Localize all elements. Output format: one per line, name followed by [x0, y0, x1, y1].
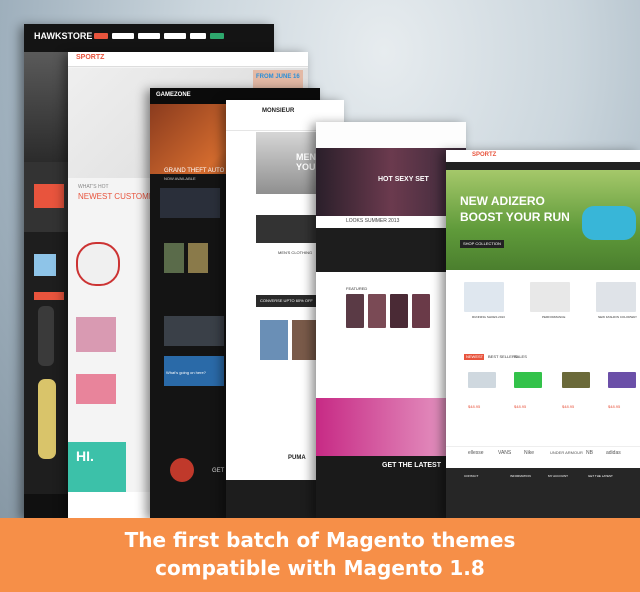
brand-logo: Nike — [524, 450, 535, 456]
gamezone-logo: GAMEZONE — [156, 92, 191, 98]
promo-banner: The first batch of Magento themes compat… — [0, 518, 640, 592]
monsieur-converse: CONVERSE UPTO 60% OFF — [260, 298, 313, 303]
lingerie-promo[interactable] — [316, 398, 466, 456]
shoe-product[interactable] — [562, 372, 590, 388]
category-image[interactable] — [596, 282, 636, 312]
sportz-logo: SPORTZ — [76, 54, 105, 61]
sportz2-price: $48.95 — [562, 404, 575, 409]
game-banner[interactable] — [164, 316, 224, 346]
monsieur-men: MEN — [296, 152, 316, 162]
gamezone-badge — [170, 458, 194, 482]
sportz-front-theme-screenshot[interactable]: SPORTZ NEW ADIZERO BOOST YOUR RUN SHOP C… — [446, 150, 640, 518]
sportz2-category: PERFORMANCE — [542, 315, 566, 319]
shoe-product[interactable] — [514, 372, 542, 388]
hawkstore-nav-item[interactable] — [210, 33, 224, 39]
product-image[interactable] — [390, 294, 408, 328]
sportz2-cta: SHOP COLLECTION — [463, 241, 501, 246]
monsieur-clothing: MEN'S CLOTHING — [278, 250, 313, 255]
footer-column-title: GET THE LATEST — [588, 474, 613, 478]
footer-column-title: CONTACT — [464, 474, 479, 478]
gamezone-gta: GRAND THEFT AUTO V — [164, 168, 231, 174]
lingerie-looks-strip — [316, 228, 466, 272]
sportz2-hero-title: NEW ADIZERO — [460, 194, 545, 208]
game-cover[interactable] — [164, 243, 184, 273]
sportz2-price: $48.95 — [608, 404, 621, 409]
sportz2-tab[interactable]: SALES — [514, 354, 527, 359]
gamezone-whats-going: What's going on here? — [166, 370, 206, 375]
sportz2-tab: NEWEST — [466, 354, 484, 359]
brand-logo: ellesse — [468, 450, 484, 456]
lingerie-hot: HOT SEXY SET — [378, 176, 429, 183]
product-image[interactable] — [76, 317, 116, 352]
monsieur-logo: MONSIEUR — [262, 108, 295, 114]
sportz2-nav[interactable] — [446, 162, 640, 170]
skateboard-image[interactable] — [38, 379, 56, 459]
game-cover[interactable] — [188, 243, 208, 273]
lingerie-looks: LOOKS SUMMER 2013 — [346, 218, 400, 224]
sportz-from-june: FROM JUNE 16 — [256, 74, 300, 80]
hawkstore-newest-customer: NEWEST CUSTOMER — [78, 192, 160, 201]
product-image[interactable] — [346, 294, 364, 328]
running-shoe-image — [582, 206, 636, 240]
lingerie-theme-screenshot[interactable]: HOT SEXY SET LOOKS SUMMER 2013 FEATURED … — [316, 122, 466, 518]
banner-line-1: The first batch of Magento themes — [124, 528, 516, 552]
sportz2-category: NEW FASHION COLORWAY — [598, 315, 637, 319]
sportz2-logo: SPORTZ — [472, 152, 497, 158]
hawkstore-promo[interactable] — [34, 184, 64, 208]
game-banner[interactable] — [160, 188, 220, 218]
brand-logo: UNDER ARMOUR — [550, 450, 583, 455]
product-image[interactable] — [412, 294, 430, 328]
sportz2-category: RUNNING SHOES 2013 — [472, 315, 505, 319]
hawkstore-nav-item[interactable] — [112, 33, 134, 39]
hawkstore-hi: HI. — [76, 448, 94, 464]
shoe-product[interactable] — [468, 372, 496, 388]
footer-column-title: INFORMATION — [510, 474, 531, 478]
shoe-product[interactable] — [608, 372, 636, 388]
gamezone-available: NOW AVAILABLE — [164, 176, 196, 181]
brand-logo: VANS — [498, 450, 512, 456]
lingerie-get-latest: GET THE LATEST — [382, 462, 441, 469]
hawkstore-whats-hot: WHAT'S HOT — [78, 184, 109, 190]
product-image[interactable] — [260, 320, 288, 360]
sportz2-price: $48.95 — [468, 404, 481, 409]
wall-clock-image[interactable] — [76, 242, 120, 286]
sportz2-hero-sub: BOOST YOUR RUN — [460, 210, 570, 224]
hawkstore-thumb[interactable] — [34, 254, 56, 276]
monsieur-puma: PUMA — [288, 455, 306, 461]
hawkstore-logo: HAWKSTORE — [34, 31, 93, 41]
brand-logo: adidas — [606, 450, 621, 456]
category-image[interactable] — [530, 282, 570, 312]
lingerie-featured: FEATURED — [346, 286, 368, 291]
footer-column-title: MY ACCOUNT — [548, 474, 568, 478]
brand-logo: NB — [586, 450, 593, 456]
gamezone-get: GET — [212, 468, 225, 474]
banner-line-2: compatible with Magento 1.8 — [155, 556, 485, 580]
category-image[interactable] — [464, 282, 504, 312]
hawkstore-nav-item[interactable] — [190, 33, 206, 39]
hawkstore-nav-home[interactable] — [94, 33, 108, 39]
lingerie-header — [316, 122, 466, 148]
product-image[interactable] — [368, 294, 386, 328]
skateboard-image[interactable] — [38, 306, 54, 366]
sportz2-price: $48.95 — [514, 404, 527, 409]
hawkstore-label — [34, 292, 64, 300]
monsieur-you: YOU — [296, 162, 316, 172]
hawkstore-nav-item[interactable] — [164, 33, 186, 39]
hawkstore-nav-item[interactable] — [138, 33, 160, 39]
product-image[interactable] — [76, 374, 116, 404]
